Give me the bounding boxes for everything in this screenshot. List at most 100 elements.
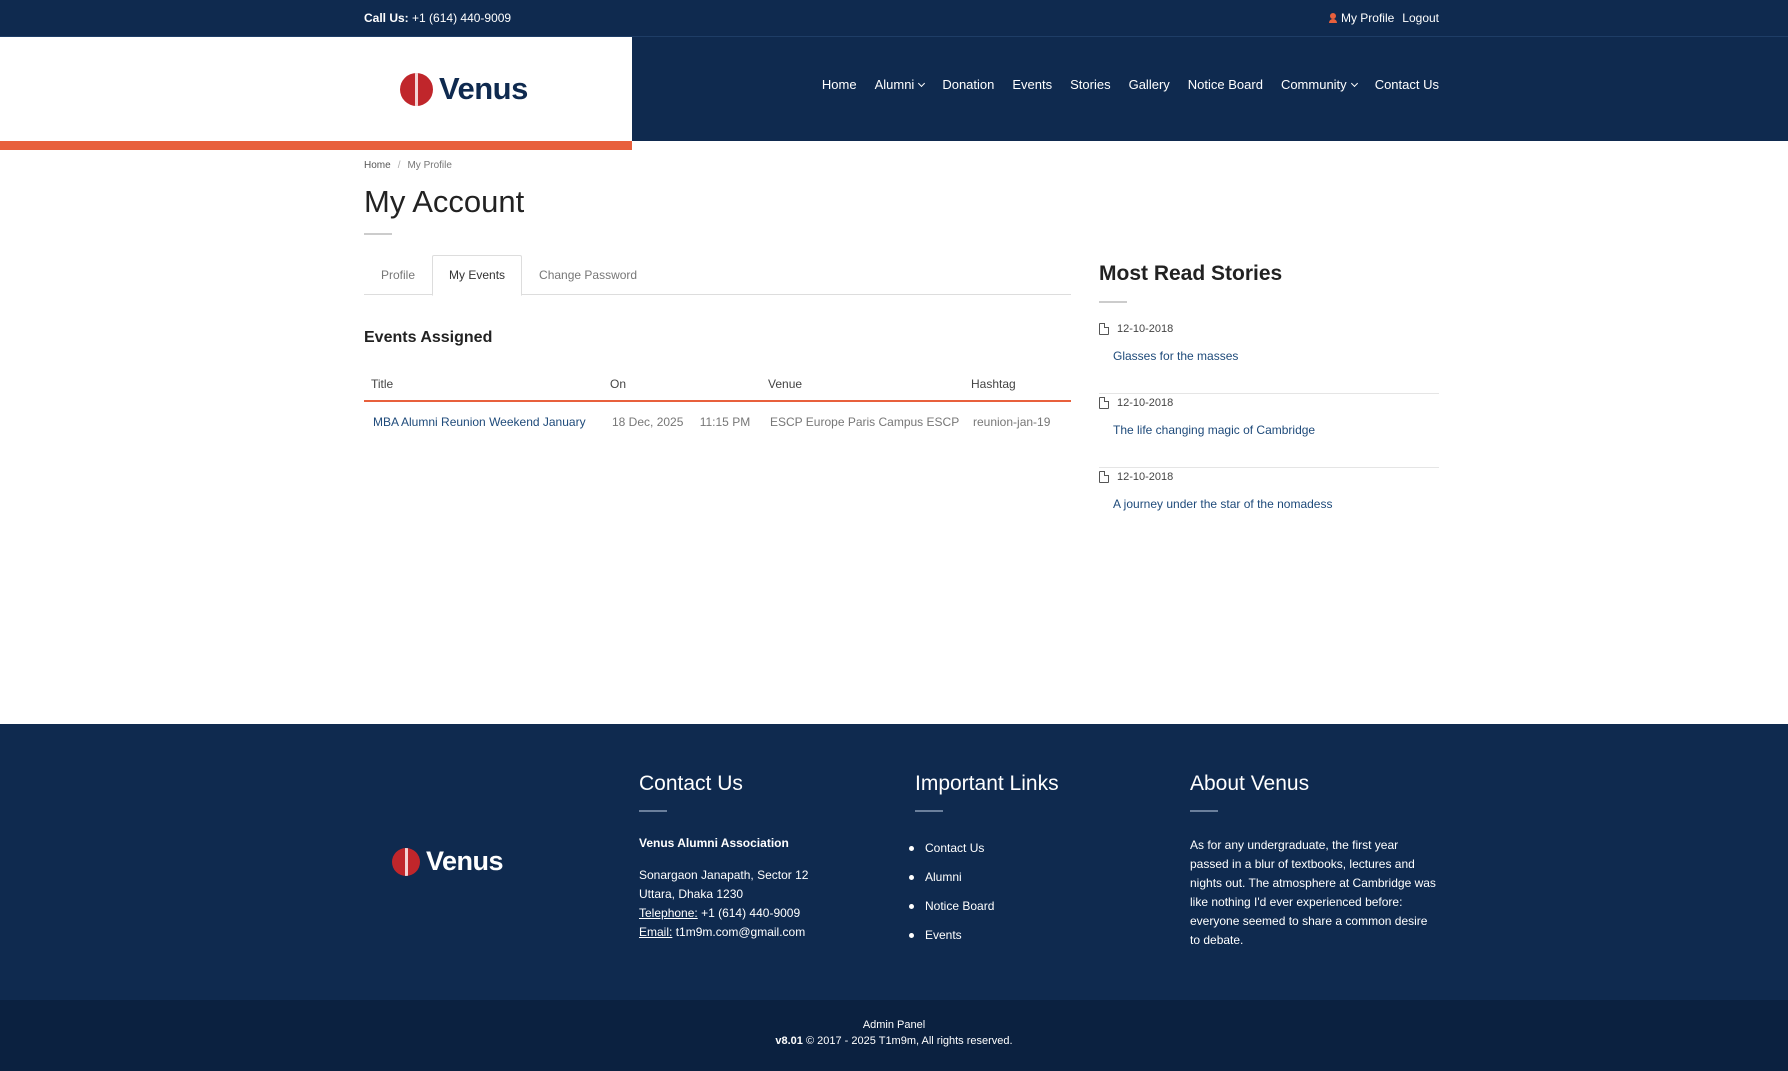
footer-logo[interactable]: Venus bbox=[392, 846, 504, 877]
nav-alumni-label: Alumni bbox=[874, 77, 915, 92]
list-item: 12-10-2018 The life changing magic of Ca… bbox=[1099, 394, 1439, 468]
account-tabs: Profile My Events Change Password bbox=[364, 255, 1071, 296]
document-icon bbox=[1099, 323, 1109, 335]
nav-donation[interactable]: Donation bbox=[942, 77, 994, 92]
about-text: As for any undergraduate, the first year… bbox=[1190, 838, 1436, 947]
event-time: 11:15 PM bbox=[699, 415, 751, 429]
email-label: Email: bbox=[639, 925, 673, 939]
footer-contact: Contact Us Venus Alumni Association Sona… bbox=[639, 772, 808, 942]
table-row: MBA Alumni Reunion Weekend January 18 De… bbox=[364, 402, 1071, 442]
list-item: 12-10-2018 A journey under the star of t… bbox=[1099, 468, 1439, 542]
story-link[interactable]: The life changing magic of Cambridge bbox=[1099, 423, 1439, 437]
nav-donation-label: Donation bbox=[942, 77, 995, 92]
event-title-link[interactable]: MBA Alumni Reunion Weekend January bbox=[364, 415, 608, 429]
footer-about-heading: About Venus bbox=[1190, 772, 1310, 795]
account-links: My Profile Logout bbox=[1328, 11, 1439, 25]
events-heading: Events Assigned bbox=[364, 329, 493, 346]
email: Email: t1m9m.com@gmail.com bbox=[639, 923, 808, 942]
admin-panel-link[interactable]: Admin Panel bbox=[863, 1019, 925, 1031]
accent-stripe bbox=[0, 141, 632, 150]
nav-community[interactable]: Community bbox=[1280, 77, 1358, 92]
site-logo[interactable]: Venus bbox=[400, 71, 528, 107]
tab-profile[interactable]: Profile bbox=[364, 255, 432, 295]
tab-change-password[interactable]: Change Password bbox=[522, 255, 654, 295]
breadcrumb-home[interactable]: Home bbox=[364, 160, 391, 171]
event-hashtag: reunion-jan-19 bbox=[973, 415, 1051, 429]
nav-events-label: Events bbox=[1012, 77, 1053, 92]
breadcrumb-separator: / bbox=[397, 160, 401, 171]
footer-links: Important Links Contact Us Alumni Notice… bbox=[909, 772, 1059, 950]
document-icon bbox=[1099, 397, 1109, 409]
telephone-label: Telephone: bbox=[639, 906, 698, 920]
list-item: 12-10-2018 Glasses for the masses bbox=[1099, 320, 1439, 394]
telephone: Telephone: +1 (614) 440-9009 bbox=[639, 904, 808, 923]
version: v8.01 bbox=[775, 1035, 803, 1047]
call-us: Call Us: +1 (614) 440-9009 bbox=[364, 11, 511, 25]
footer-link-alumni[interactable]: Alumni bbox=[909, 863, 1059, 892]
column-on: On bbox=[610, 377, 627, 391]
story-date-text: 12-10-2018 bbox=[1117, 471, 1174, 483]
tab-my-events[interactable]: My Events bbox=[432, 255, 523, 296]
my-profile-link[interactable]: My Profile bbox=[1328, 11, 1395, 25]
nav-stories-label: Stories bbox=[1070, 77, 1111, 92]
org-name: Venus Alumni Association bbox=[639, 836, 789, 850]
nav-stories[interactable]: Stories bbox=[1070, 77, 1110, 92]
story-link[interactable]: Glasses for the masses bbox=[1099, 349, 1439, 363]
heading-underline bbox=[639, 810, 667, 812]
my-profile-label: My Profile bbox=[1340, 11, 1395, 25]
story-date: 12-10-2018 bbox=[1099, 397, 1439, 409]
story-date: 12-10-2018 bbox=[1099, 323, 1439, 335]
stories-list: 12-10-2018 Glasses for the masses 12-10-… bbox=[1099, 320, 1439, 542]
most-read-stories-title: Most Read Stories bbox=[1099, 262, 1283, 285]
chevron-down-icon bbox=[1350, 79, 1358, 87]
main-nav: Home Alumni Donation Events Stories Gall… bbox=[822, 77, 1439, 92]
title-underline bbox=[364, 233, 392, 235]
user-icon bbox=[1328, 13, 1337, 23]
nav-events[interactable]: Events bbox=[1012, 77, 1052, 92]
heading-underline bbox=[915, 810, 943, 812]
footer-logo-text: Venus bbox=[426, 846, 504, 876]
story-date-text: 12-10-2018 bbox=[1117, 397, 1174, 409]
breadcrumb-current: My Profile bbox=[407, 160, 452, 171]
nav-home-label: Home bbox=[821, 77, 857, 92]
document-icon bbox=[1099, 471, 1109, 483]
nav-notice-board[interactable]: Notice Board bbox=[1188, 77, 1263, 92]
footer-link-contact-us[interactable]: Contact Us bbox=[909, 834, 1059, 863]
page-title: My Account bbox=[364, 184, 525, 219]
address-line-1: Sonargaon Janapath, Sector 12 bbox=[639, 868, 809, 882]
logo-box: Venus bbox=[0, 37, 632, 141]
event-datetime: 18 Dec, 2025 11:15 PM bbox=[608, 415, 766, 429]
chevron-down-icon bbox=[918, 79, 926, 87]
telephone-number: +1 (614) 440-9009 bbox=[701, 906, 801, 920]
copyright: v8.01 © 2017 - 2025 T1m9m, All rights re… bbox=[0, 1035, 1788, 1047]
nav-notice-board-label: Notice Board bbox=[1187, 77, 1263, 92]
venus-logo-icon bbox=[400, 72, 433, 106]
column-title: Title bbox=[371, 377, 394, 391]
column-venue: Venue bbox=[768, 377, 803, 391]
events-table: Title On Venue Hashtag MBA Alumni Reunio… bbox=[364, 368, 1071, 442]
nav-contact-us-label: Contact Us bbox=[1374, 77, 1439, 92]
nav-gallery[interactable]: Gallery bbox=[1129, 77, 1170, 92]
story-link[interactable]: A journey under the star of the nomadess bbox=[1099, 497, 1439, 511]
footer-link-notice-board[interactable]: Notice Board bbox=[909, 892, 1059, 921]
side-title-underline bbox=[1099, 301, 1127, 303]
nav-community-label: Community bbox=[1280, 77, 1347, 92]
copyright-text: © 2017 - 2025 T1m9m, All rights reserved… bbox=[805, 1035, 1013, 1047]
nav-home[interactable]: Home bbox=[822, 77, 857, 92]
footer-link-events[interactable]: Events bbox=[909, 921, 1059, 950]
nav-gallery-label: Gallery bbox=[1128, 77, 1170, 92]
contact-address: Sonargaon Janapath, Sector 12 Uttara, Dh… bbox=[639, 866, 808, 942]
nav-contact-us[interactable]: Contact Us bbox=[1375, 77, 1439, 92]
important-links-list: Contact Us Alumni Notice Board Events bbox=[909, 834, 1059, 950]
logout-link[interactable]: Logout bbox=[1402, 11, 1439, 25]
nav-alumni[interactable]: Alumni bbox=[874, 77, 926, 92]
email-address: t1m9m.com@gmail.com bbox=[675, 925, 806, 939]
call-us-label: Call Us: bbox=[364, 11, 409, 25]
top-bar: Call Us: +1 (614) 440-9009 My Profile Lo… bbox=[0, 0, 1788, 37]
footer-bottom: Admin Panel v8.01 © 2017 - 2025 T1m9m, A… bbox=[0, 1000, 1788, 1071]
table-header: Title On Venue Hashtag bbox=[364, 368, 1071, 402]
column-hashtag: Hashtag bbox=[971, 377, 1016, 391]
story-date: 12-10-2018 bbox=[1099, 471, 1439, 483]
call-us-number: +1 (614) 440-9009 bbox=[412, 11, 512, 25]
site-footer: Venus Contact Us Venus Alumni Associatio… bbox=[0, 724, 1788, 1000]
